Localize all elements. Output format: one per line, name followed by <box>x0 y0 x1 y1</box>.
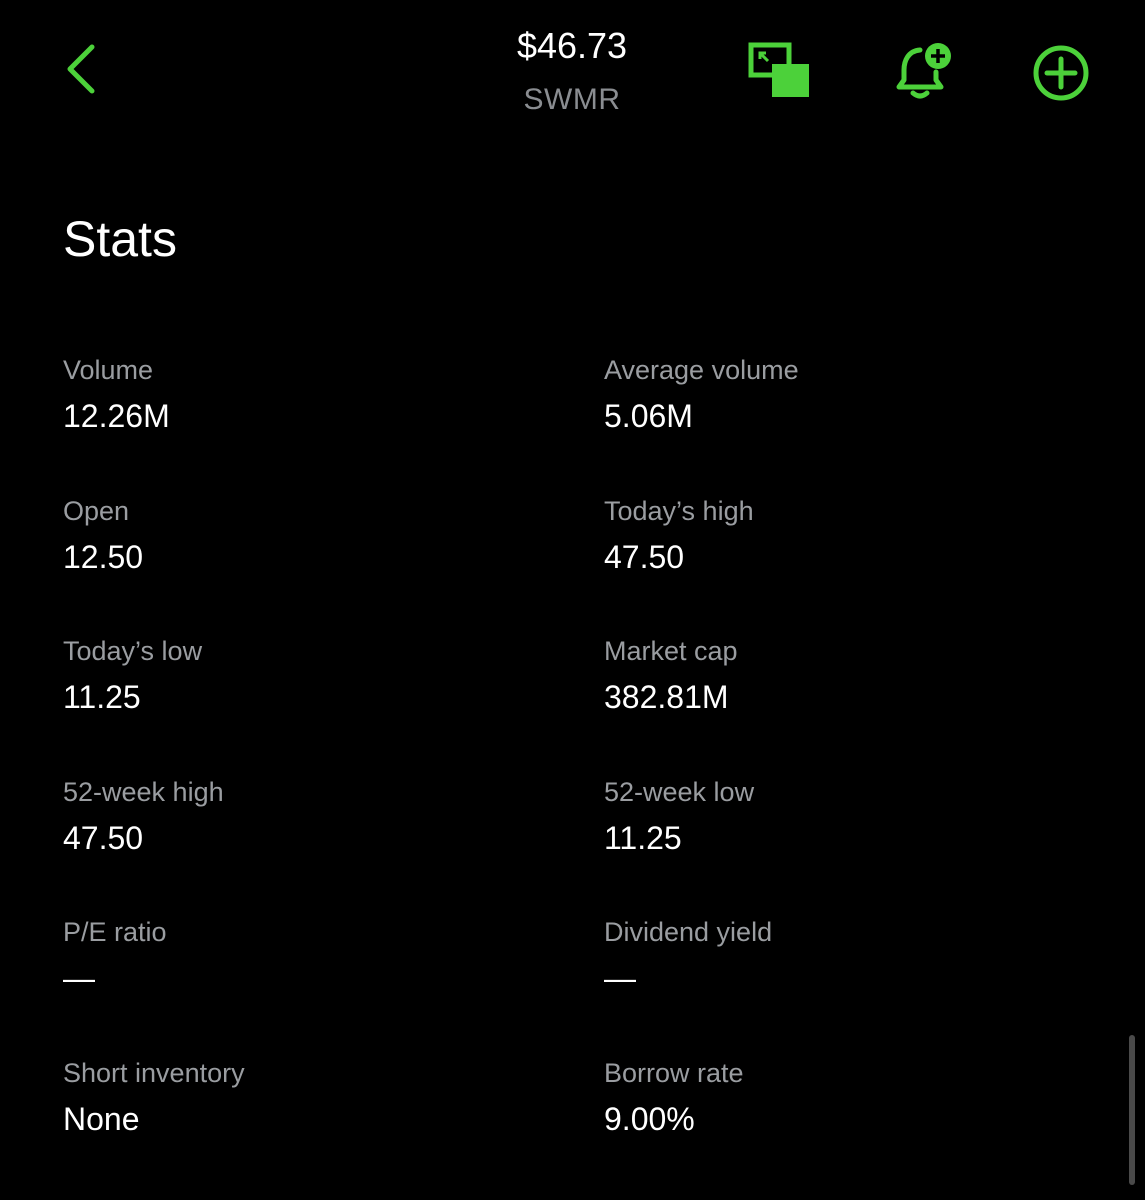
stat-value: None <box>63 1101 140 1137</box>
stat-label: Borrow rate <box>604 1058 744 1088</box>
chevron-left-icon <box>67 44 95 94</box>
stat-value: 11.25 <box>604 820 682 856</box>
stat-value: 382.81M <box>604 679 729 715</box>
stat-short-inventory: Short inventory None <box>63 1055 543 1141</box>
stats-heading: Stats <box>63 211 177 267</box>
scrollbar[interactable] <box>1129 1035 1135 1185</box>
add-alert-button[interactable] <box>894 40 954 102</box>
top-bar: $46.73 SWMR <box>0 0 1145 140</box>
stat-volume: Volume 12.26M <box>63 352 543 438</box>
stat-market-cap: Market cap 382.81M <box>604 633 1084 719</box>
stat-label: Today’s high <box>604 496 754 526</box>
stat-label: Market cap <box>604 636 738 666</box>
current-price: $46.73 <box>516 25 628 66</box>
stat-label: Volume <box>63 355 154 385</box>
price-header: $46.73 SWMR <box>372 22 772 122</box>
stat-value: 47.50 <box>604 539 685 575</box>
picture-in-picture-icon <box>748 42 809 97</box>
stat-value: 11.25 <box>63 679 141 715</box>
stat-label: Dividend yield <box>604 917 773 947</box>
stat-todays-high: Today’s high 47.50 <box>604 493 1084 579</box>
stat-average-volume: Average volume 5.06M <box>604 352 1084 438</box>
stat-open: Open 12.50 <box>63 493 543 579</box>
stat-value: 5.06M <box>604 398 693 434</box>
picture-in-picture-button[interactable] <box>748 42 812 100</box>
stat-todays-low: Today’s low 11.25 <box>63 633 543 719</box>
back-button[interactable] <box>58 40 108 100</box>
stat-52-week-high: 52-week high 47.50 <box>63 774 543 860</box>
stat-pe-ratio: P/E ratio — <box>63 914 543 1000</box>
ticker-symbol: SWMR <box>523 83 621 116</box>
stat-label: Open <box>63 496 130 526</box>
bell-plus-icon <box>896 43 951 99</box>
stat-value: — <box>604 960 636 996</box>
stat-label: 52-week high <box>63 777 224 807</box>
stat-value: 47.50 <box>63 820 144 856</box>
stat-label: Short inventory <box>63 1058 245 1088</box>
stat-value: 9.00% <box>604 1101 695 1137</box>
circle-plus-icon <box>1033 45 1089 101</box>
stat-dividend-yield: Dividend yield — <box>604 914 1084 1000</box>
stat-label: 52-week low <box>604 777 755 807</box>
stat-label: Average volume <box>604 355 799 385</box>
stat-label: Today’s low <box>63 636 203 666</box>
stat-value: 12.50 <box>63 539 144 575</box>
stat-label: P/E ratio <box>63 917 167 947</box>
stat-value: — <box>63 960 95 996</box>
stat-borrow-rate: Borrow rate 9.00% <box>604 1055 1084 1141</box>
stat-value: 12.26M <box>63 398 170 434</box>
stat-52-week-low: 52-week low 11.25 <box>604 774 1084 860</box>
add-to-list-button[interactable] <box>1030 42 1092 104</box>
